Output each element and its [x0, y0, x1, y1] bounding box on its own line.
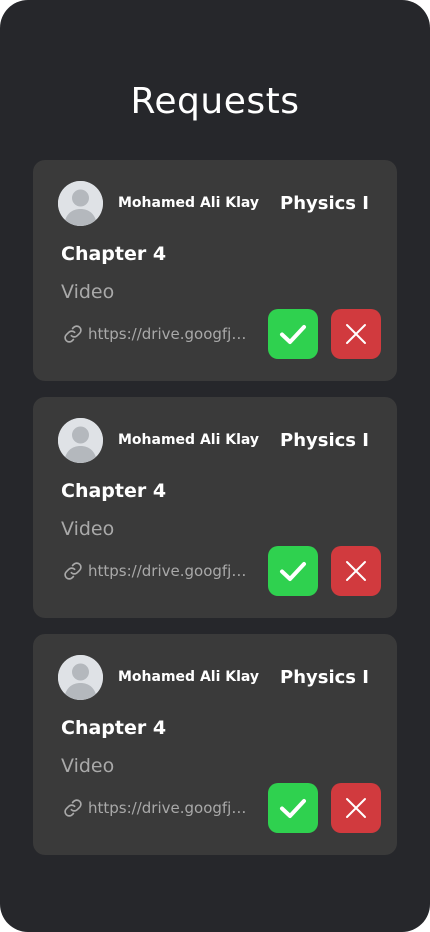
request-card: Mohamed Ali Klay Physics I Chapter 4 Vid…	[33, 397, 397, 618]
content-type-label: Video	[61, 755, 115, 777]
requester-name: Mohamed Ali Klay	[118, 195, 260, 211]
page-title: Requests	[130, 81, 300, 122]
resource-link[interactable]: https://drive.googfjoe...	[63, 561, 253, 581]
accept-button[interactable]	[268, 309, 318, 359]
checkmark-icon	[280, 799, 306, 818]
user-avatar-icon	[58, 181, 103, 226]
link-url[interactable]: https://drive.googfjoe...	[88, 324, 253, 344]
subject-label: Physics I	[280, 193, 369, 214]
link-url[interactable]: https://drive.googfjoe...	[88, 798, 253, 818]
resource-link[interactable]: https://drive.googfjoe...	[63, 798, 253, 818]
subject-label: Physics I	[280, 430, 369, 451]
accept-button[interactable]	[268, 546, 318, 596]
reject-button[interactable]	[331, 546, 381, 596]
content-type-label: Video	[61, 518, 115, 540]
reject-button[interactable]	[331, 309, 381, 359]
accept-button[interactable]	[268, 783, 318, 833]
link-icon	[64, 325, 82, 343]
user-avatar-icon	[58, 655, 103, 700]
checkmark-icon	[280, 325, 306, 344]
checkmark-icon	[280, 562, 306, 581]
chapter-label: Chapter 4	[61, 717, 167, 739]
requests-screen: Requests Mohamed Ali Klay Physics I Chap…	[0, 0, 430, 932]
user-avatar-icon	[58, 418, 103, 463]
link-icon	[64, 799, 82, 817]
subject-label: Physics I	[280, 667, 369, 688]
resource-link[interactable]: https://drive.googfjoe...	[63, 324, 253, 344]
chapter-label: Chapter 4	[61, 480, 167, 502]
close-icon	[346, 798, 366, 818]
close-icon	[346, 561, 366, 581]
requester-name: Mohamed Ali Klay	[118, 669, 260, 685]
request-card: Mohamed Ali Klay Physics I Chapter 4 Vid…	[33, 160, 397, 381]
chapter-label: Chapter 4	[61, 243, 167, 265]
link-url[interactable]: https://drive.googfjoe...	[88, 561, 253, 581]
content-type-label: Video	[61, 281, 115, 303]
close-icon	[346, 324, 366, 344]
reject-button[interactable]	[331, 783, 381, 833]
link-icon	[64, 562, 82, 580]
requester-name: Mohamed Ali Klay	[118, 432, 260, 448]
request-card: Mohamed Ali Klay Physics I Chapter 4 Vid…	[33, 634, 397, 855]
